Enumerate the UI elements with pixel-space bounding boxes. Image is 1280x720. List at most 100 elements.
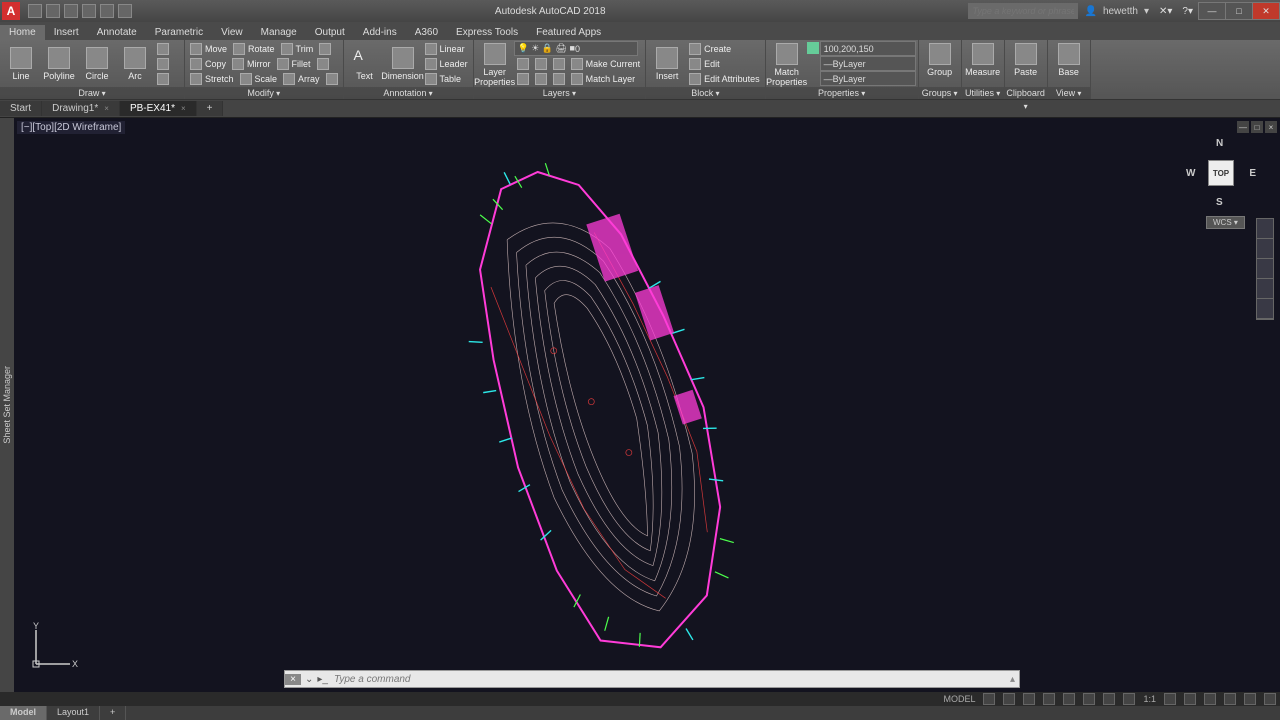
help-icon[interactable]: ?▾ bbox=[1182, 6, 1193, 17]
tab-model[interactable]: Model bbox=[0, 706, 47, 720]
text-button[interactable]: AText bbox=[346, 41, 384, 86]
layer-icon[interactable] bbox=[517, 73, 529, 85]
showmotion-icon[interactable] bbox=[1257, 299, 1273, 319]
new-layout-button[interactable]: + bbox=[100, 706, 126, 720]
drawing-viewport[interactable]: [−][Top][2D Wireframe] — □ × bbox=[14, 118, 1280, 692]
viewcube-west[interactable]: W bbox=[1186, 168, 1195, 179]
orbit-icon[interactable] bbox=[1257, 279, 1273, 299]
layer-combo[interactable]: 💡 ☀ 🔒 🖨 ■ 0 bbox=[514, 41, 638, 56]
layer-icon[interactable] bbox=[535, 58, 547, 70]
print-icon[interactable] bbox=[118, 4, 132, 18]
layer-icon[interactable] bbox=[517, 58, 529, 70]
clean-screen-icon[interactable] bbox=[1244, 693, 1256, 705]
tab-start[interactable]: Start bbox=[0, 101, 42, 116]
help-search-input[interactable] bbox=[968, 3, 1078, 19]
wcs-dropdown[interactable]: WCS ▾ bbox=[1206, 216, 1245, 229]
annotation-monitor-icon[interactable] bbox=[1184, 693, 1196, 705]
rotate-button[interactable]: Rotate bbox=[230, 41, 278, 56]
make-current-button[interactable]: Make Current bbox=[568, 56, 644, 71]
lineweight-icon[interactable] bbox=[1103, 693, 1115, 705]
extra-icon[interactable] bbox=[317, 58, 329, 70]
array-button[interactable]: Array bbox=[280, 71, 323, 86]
color-swatch[interactable] bbox=[807, 42, 819, 54]
draw-flyout[interactable] bbox=[154, 41, 182, 86]
leader-button[interactable]: Leader bbox=[422, 56, 471, 71]
tab-layout1[interactable]: Layout1 bbox=[47, 706, 100, 720]
layer-properties-button[interactable]: Layer Properties bbox=[476, 41, 514, 89]
redo-icon[interactable] bbox=[100, 4, 114, 18]
extra-icon[interactable] bbox=[326, 73, 338, 85]
steering-wheel-icon[interactable] bbox=[1257, 219, 1273, 239]
tab-addins[interactable]: Add-ins bbox=[354, 25, 406, 40]
polar-icon[interactable] bbox=[1043, 693, 1055, 705]
hardware-accel-icon[interactable] bbox=[1224, 693, 1236, 705]
zoom-icon[interactable] bbox=[1257, 259, 1273, 279]
paste-button[interactable]: Paste bbox=[1007, 41, 1045, 79]
minimize-icon[interactable]: — bbox=[1237, 121, 1249, 133]
sheet-set-manager-palette[interactable]: Sheet Set Manager bbox=[0, 118, 14, 692]
save-icon[interactable] bbox=[64, 4, 78, 18]
panel-label[interactable]: Annotation bbox=[344, 87, 473, 99]
fillet-button[interactable]: Fillet bbox=[274, 56, 314, 71]
viewcube-south[interactable]: S bbox=[1216, 197, 1223, 208]
panel-label[interactable]: Groups bbox=[919, 87, 961, 99]
mirror-button[interactable]: Mirror bbox=[229, 56, 274, 71]
panel-label[interactable]: Modify bbox=[185, 87, 343, 99]
scale-button[interactable]: Scale bbox=[237, 71, 281, 86]
close-icon[interactable]: × bbox=[181, 104, 186, 113]
snap-icon[interactable] bbox=[1003, 693, 1015, 705]
otrack-icon[interactable] bbox=[1083, 693, 1095, 705]
panel-label[interactable]: Draw bbox=[0, 87, 184, 99]
create-button[interactable]: Create bbox=[686, 41, 763, 56]
copy-button[interactable]: Copy bbox=[187, 56, 229, 71]
maximize-button[interactable]: □ bbox=[1225, 2, 1253, 20]
panel-label[interactable]: Clipboard bbox=[1005, 87, 1047, 99]
viewcube-face[interactable]: TOP bbox=[1208, 160, 1234, 186]
pan-icon[interactable] bbox=[1257, 239, 1273, 259]
match-properties-button[interactable]: Match Properties bbox=[768, 41, 806, 89]
tab-output[interactable]: Output bbox=[306, 25, 354, 40]
panel-label[interactable]: Layers bbox=[474, 87, 646, 99]
ucs-icon[interactable]: X Y bbox=[28, 622, 78, 672]
customize-icon[interactable] bbox=[1264, 693, 1276, 705]
panel-label[interactable]: View bbox=[1048, 87, 1090, 99]
layer-icon[interactable] bbox=[553, 58, 565, 70]
stretch-button[interactable]: Stretch bbox=[187, 71, 237, 86]
tab-parametric[interactable]: Parametric bbox=[146, 25, 212, 40]
tab-pb-ex41[interactable]: PB-EX41*× bbox=[120, 101, 197, 116]
linetype-icon[interactable] bbox=[807, 72, 819, 84]
match-layer-button[interactable]: Match Layer bbox=[568, 71, 639, 86]
app-logo[interactable]: A bbox=[2, 2, 20, 20]
tab-annotate[interactable]: Annotate bbox=[88, 25, 146, 40]
tab-express-tools[interactable]: Express Tools bbox=[447, 25, 527, 40]
close-icon[interactable]: × bbox=[104, 104, 109, 113]
tab-insert[interactable]: Insert bbox=[45, 25, 88, 40]
linetype-combo[interactable]: — ByLayer bbox=[820, 71, 916, 86]
tab-drawing1[interactable]: Drawing1*× bbox=[42, 101, 120, 116]
table-button[interactable]: Table bbox=[422, 71, 471, 86]
maximize-icon[interactable]: □ bbox=[1251, 121, 1263, 133]
lineweight-combo[interactable]: — ByLayer bbox=[820, 56, 916, 71]
edit-attributes-button[interactable]: Edit Attributes bbox=[686, 71, 763, 86]
workspace-icon[interactable] bbox=[1164, 693, 1176, 705]
tab-view[interactable]: View bbox=[212, 25, 252, 40]
panel-label[interactable]: Properties bbox=[766, 87, 918, 99]
move-button[interactable]: Move bbox=[187, 41, 230, 56]
user-menu[interactable]: 👤 hewetth ▾ bbox=[1084, 6, 1149, 17]
insert-button[interactable]: Insert bbox=[648, 41, 686, 86]
viewcube-north[interactable]: N bbox=[1216, 138, 1223, 149]
exchange-icon[interactable]: ✕▾ bbox=[1159, 6, 1172, 17]
group-button[interactable]: Group bbox=[921, 41, 959, 79]
edit-button[interactable]: Edit bbox=[686, 56, 763, 71]
close-icon[interactable]: × bbox=[1265, 121, 1277, 133]
minimize-button[interactable]: — bbox=[1198, 2, 1226, 20]
close-icon[interactable]: × bbox=[285, 674, 301, 685]
color-combo[interactable]: 100,200,150 bbox=[820, 41, 916, 56]
viewport-label[interactable]: [−][Top][2D Wireframe] bbox=[17, 121, 125, 134]
polyline-button[interactable]: Polyline bbox=[40, 41, 78, 86]
tab-manage[interactable]: Manage bbox=[252, 25, 306, 40]
line-button[interactable]: Line bbox=[2, 41, 40, 86]
tab-featured-apps[interactable]: Featured Apps bbox=[527, 25, 610, 40]
layer-icon[interactable] bbox=[535, 73, 547, 85]
viewcube[interactable]: N W E S TOP WCS ▾ bbox=[1186, 138, 1256, 208]
